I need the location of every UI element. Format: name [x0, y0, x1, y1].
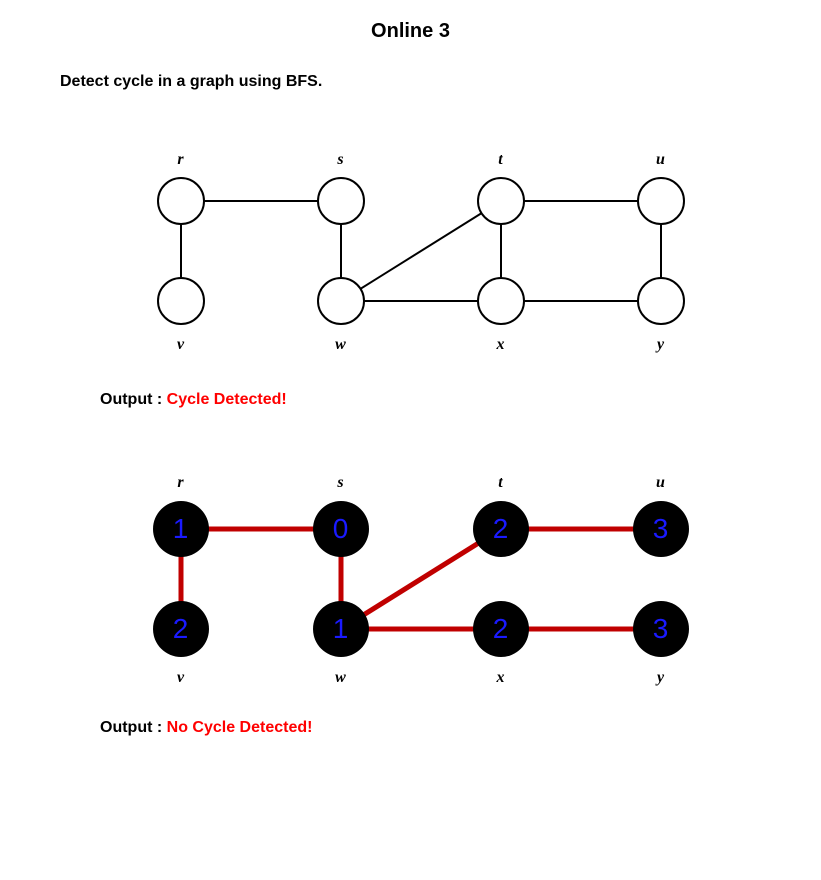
node-u: 3: [633, 501, 689, 557]
node-label-v: v: [177, 336, 184, 354]
graph-1: r s t u v w x y: [111, 131, 711, 371]
node-label-x: x: [497, 669, 505, 687]
node-t: 2: [473, 501, 529, 557]
output-value-2: No Cycle Detected!: [167, 719, 313, 736]
graph-2: r s t u 1 0 2 3 2 1 2 3 v w x y: [111, 459, 711, 699]
output-line-1: Output : Cycle Detected!: [100, 391, 761, 409]
node-r: 1: [153, 501, 209, 557]
output-value-1: Cycle Detected!: [167, 391, 287, 408]
node-label-v: v: [177, 669, 184, 687]
node-y: 3: [633, 601, 689, 657]
node-s: 0: [313, 501, 369, 557]
node-y: [637, 277, 685, 325]
node-w: [317, 277, 365, 325]
node-x: 2: [473, 601, 529, 657]
problem-statement: Detect cycle in a graph using BFS.: [60, 73, 761, 91]
output-label: Output :: [100, 719, 167, 736]
node-label-t: t: [498, 151, 502, 169]
node-r: [157, 177, 205, 225]
node-label-y: y: [657, 336, 664, 354]
node-label-s: s: [337, 151, 343, 169]
output-line-2: Output : No Cycle Detected!: [100, 719, 761, 737]
node-t: [477, 177, 525, 225]
edge: [341, 201, 501, 301]
node-label-w: w: [335, 336, 346, 354]
node-label-r: r: [177, 474, 183, 492]
node-label-x: x: [497, 336, 505, 354]
node-u: [637, 177, 685, 225]
node-w: 1: [313, 601, 369, 657]
node-s: [317, 177, 365, 225]
node-label-w: w: [335, 669, 346, 687]
node-v: 2: [153, 601, 209, 657]
node-label-y: y: [657, 669, 664, 687]
graph-2-edges: [111, 459, 711, 699]
graph-1-edges: [111, 131, 711, 371]
node-label-s: s: [337, 474, 343, 492]
node-label-u: u: [656, 474, 665, 492]
node-label-u: u: [656, 151, 665, 169]
page-title: Online 3: [60, 20, 761, 43]
node-label-t: t: [498, 474, 502, 492]
output-label: Output :: [100, 391, 167, 408]
node-v: [157, 277, 205, 325]
node-x: [477, 277, 525, 325]
node-label-r: r: [177, 151, 183, 169]
